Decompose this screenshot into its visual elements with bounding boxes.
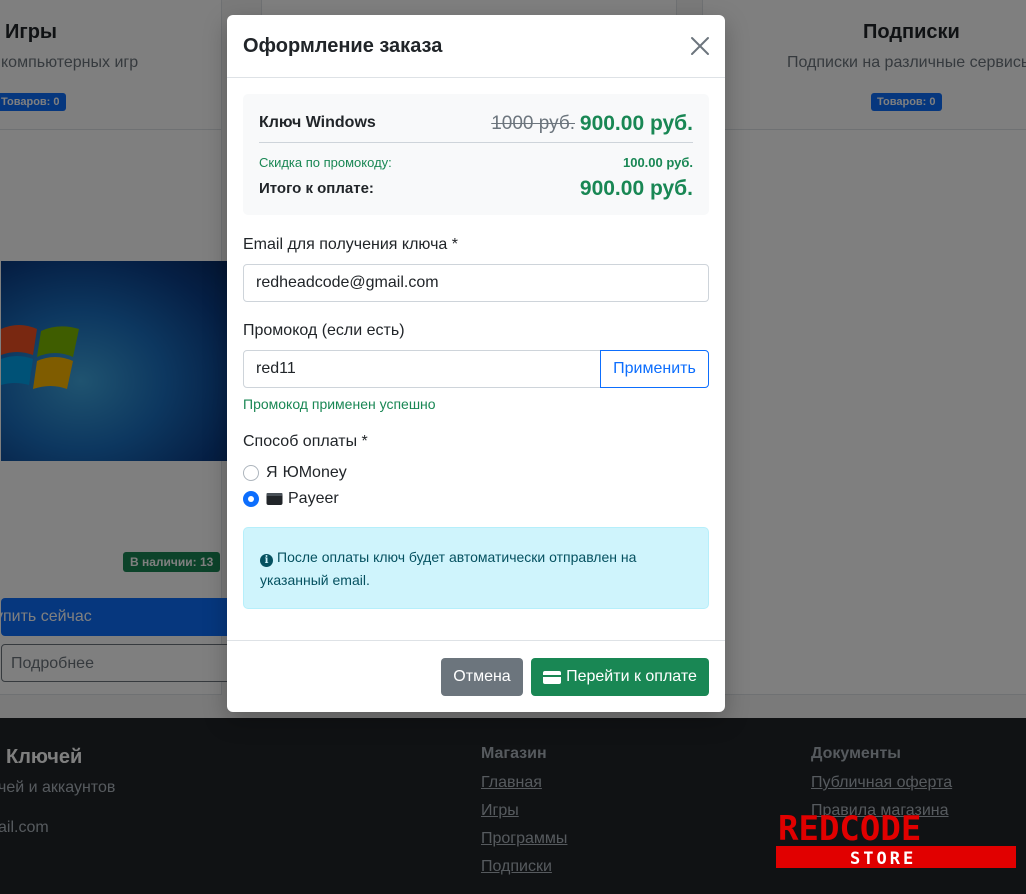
credit-card-icon <box>543 670 562 684</box>
payment-option-yoomoney[interactable]: Я ЮMoney <box>243 463 347 483</box>
payment-option-label: Payeer <box>288 490 339 507</box>
modal-title: Оформление заказа <box>243 35 443 57</box>
product-name: Ключ Windows <box>259 114 376 131</box>
svg-text:REDCODE: REDCODE <box>778 809 921 849</box>
order-summary: Ключ Windows 1000 руб. 900.00 руб. Скидк… <box>243 94 709 215</box>
radio-yoomoney[interactable] <box>243 465 259 481</box>
apply-promo-button[interactable]: Применить <box>600 350 709 388</box>
payment-label: Способ оплаты * <box>243 433 368 450</box>
proceed-to-payment-label: Перейти к оплате <box>566 668 697 685</box>
cancel-button[interactable]: Отмена <box>441 658 523 696</box>
new-price: 900.00 руб. <box>579 112 693 135</box>
info-alert: i После оплаты ключ будет автоматически о… <box>243 527 709 609</box>
divider <box>259 142 693 143</box>
yoomoney-icon: Я <box>266 464 278 481</box>
promo-code-input[interactable] <box>243 350 601 388</box>
promo-label: Промокод (если есть) <box>243 322 405 339</box>
close-icon[interactable] <box>689 35 711 57</box>
modal-footer: Отмена Перейти к оплате <box>227 640 725 712</box>
discount-value: 100.00 руб. <box>622 155 693 170</box>
order-modal: Оформление заказа Ключ Windows 1000 руб.… <box>227 15 725 712</box>
proceed-to-payment-button[interactable]: Перейти к оплате <box>531 658 709 696</box>
promo-success-message: Промокод применен успешно <box>243 396 436 412</box>
email-label: Email для получения ключа * <box>243 236 458 253</box>
wallet-icon <box>266 493 283 505</box>
email-field[interactable] <box>243 264 709 302</box>
modal-header: Оформление заказа <box>227 15 725 78</box>
total-value: 900.00 руб. <box>579 177 693 200</box>
redcode-store-logo: REDCODE STORE <box>776 809 1016 869</box>
discount-label: Скидка по промокоду: <box>259 155 392 170</box>
old-price: 1000 руб. <box>491 113 575 134</box>
radio-payeer[interactable] <box>243 491 259 507</box>
total-label: Итого к оплате: <box>259 180 374 197</box>
payment-option-label: ЮMoney <box>282 464 347 481</box>
svg-text:STORE: STORE <box>850 849 916 869</box>
alert-text: После оплаты ключ будет автоматически от… <box>260 549 637 588</box>
info-icon: i <box>260 554 273 567</box>
payment-option-payeer[interactable]: Payeer <box>243 489 339 509</box>
